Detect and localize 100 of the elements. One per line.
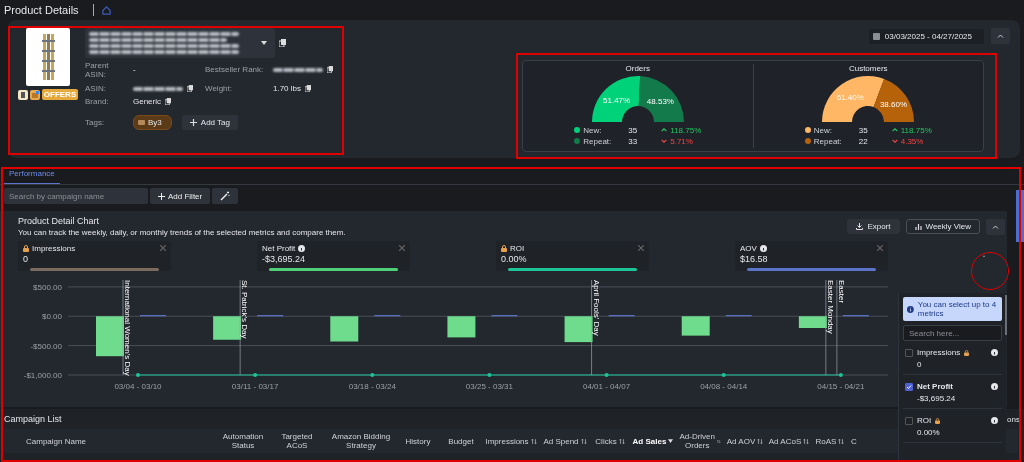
chart-slice <box>591 76 640 122</box>
copy-icon[interactable] <box>165 98 171 105</box>
column-header[interactable]: Ad-Driven Orders <box>676 432 724 450</box>
legend-label: Repeat: <box>583 136 613 146</box>
metric-card[interactable]: Impressions 0 <box>18 241 171 271</box>
sort-icon[interactable] <box>803 437 810 445</box>
axis-label: -$1,000.00 <box>23 371 62 380</box>
column-header[interactable]: C <box>848 436 860 446</box>
chart-bar <box>564 316 593 343</box>
chart-bar <box>681 316 710 336</box>
checkbox[interactable] <box>905 348 913 357</box>
date-range-field[interactable]: 03/03/2025 - 04/27/2025 <box>868 28 984 44</box>
chart-point <box>604 373 609 377</box>
sort-icon[interactable] <box>530 437 537 445</box>
field-value: 1.70 lbs <box>273 84 302 93</box>
sort-icon[interactable] <box>838 437 845 445</box>
calendar-icon <box>872 32 880 40</box>
column-header[interactable]: History <box>396 436 440 446</box>
info-text: You can select up to 4 metrics <box>917 300 998 318</box>
metric-card[interactable]: Net Profit -$3,695.24 <box>257 241 410 271</box>
copy-icon[interactable] <box>327 66 333 73</box>
legend-count: 33 <box>628 136 639 146</box>
legend-count: 35 <box>628 125 639 135</box>
chart-bar <box>213 316 242 340</box>
breakdown-title: Customers <box>848 64 888 73</box>
add-filter-button[interactable]: Add Filter <box>150 188 211 204</box>
view-button[interactable]: Weekly View <box>905 219 980 234</box>
change-value: 118.75% <box>900 125 932 135</box>
info-icon <box>298 244 306 252</box>
option-label[interactable]: Net Profit <box>917 382 953 391</box>
checkbox[interactable] <box>905 416 913 425</box>
export-button[interactable]: Export <box>847 219 900 234</box>
slice-label: 61.40% <box>837 92 865 102</box>
sort-icon[interactable] <box>717 437 721 445</box>
field-label: Bestseller Rank: <box>205 65 265 74</box>
magic-wand-icon <box>220 191 231 201</box>
change-value: 4.35% <box>900 136 924 146</box>
sort-desc-icon[interactable] <box>668 439 674 443</box>
breakdown-title: Orders <box>625 64 650 73</box>
axis-label: 04/01 - 04/07 <box>583 382 631 391</box>
offers-badge: OFFERS <box>41 89 79 100</box>
tag-chip[interactable]: By3 <box>133 115 172 130</box>
section-title: Campaign List <box>4 414 62 424</box>
column-header[interactable]: Campaign Name <box>4 436 218 446</box>
column-header[interactable]: Impressions <box>482 436 540 446</box>
axis-label: 03/25 - 03/31 <box>465 382 513 391</box>
collapse-button[interactable] <box>991 28 1010 44</box>
column-header[interactable]: RoAS <box>812 436 848 446</box>
lock-icon <box>935 417 941 424</box>
copy-icon[interactable] <box>187 85 193 92</box>
product-title-dropdown[interactable] <box>85 28 275 58</box>
axis-label: -$500.00 <box>30 341 62 351</box>
sort-icon[interactable] <box>618 437 625 445</box>
metric-value: -$3,695.24 <box>262 254 307 264</box>
chart-bar <box>96 316 124 357</box>
chart-point <box>721 373 726 377</box>
metric-label: Net Profit <box>262 243 296 253</box>
column-header[interactable]: Ad Spend <box>540 436 590 446</box>
home-icon[interactable] <box>101 5 111 15</box>
event-label: St. Patrick's Day <box>240 280 250 339</box>
column-header[interactable]: Ad Sales <box>630 436 676 446</box>
columns-button[interactable]: ons <box>1007 414 1024 424</box>
checkbox[interactable] <box>905 382 913 391</box>
column-header[interactable]: Targeted ACoS <box>268 432 326 450</box>
chart-subtitle: You can track the weekly, daily, or monthly trends of the selected metrics and compare them. <box>18 228 346 237</box>
add-tag-button[interactable]: Add Tag <box>181 115 238 130</box>
lock-icon <box>964 349 970 356</box>
metric-card[interactable]: ROI 0.00% <box>496 241 649 271</box>
option-label[interactable]: Impressions <box>917 348 961 357</box>
close-icon[interactable] <box>877 245 883 251</box>
close-icon[interactable] <box>638 245 644 251</box>
lock-icon <box>501 244 507 252</box>
field-value: - <box>133 65 136 74</box>
chart-title: Product Detail Chart <box>18 216 101 226</box>
search-field[interactable]: Search by campaign name <box>4 188 148 204</box>
copy-icon[interactable] <box>305 85 312 92</box>
collapse-button[interactable] <box>986 218 1005 235</box>
search-field[interactable]: Search here... <box>903 325 1002 341</box>
sort-icon[interactable] <box>757 437 764 445</box>
column-header[interactable]: Ad ACoS <box>766 436 812 446</box>
column-header[interactable]: Clicks <box>590 436 630 446</box>
metric-card[interactable]: AOV $16.58 <box>735 241 888 271</box>
magic-wand-button[interactable] <box>212 188 239 204</box>
copy-icon[interactable] <box>279 39 286 47</box>
close-icon[interactable] <box>399 245 405 251</box>
column-header[interactable]: Automation Status <box>218 432 268 450</box>
chart-bar <box>447 316 476 338</box>
column-header[interactable]: Ad AOV <box>724 436 766 446</box>
column-header[interactable]: Amazon Bidding Strategy <box>326 432 396 450</box>
metric-label: AOV <box>740 243 757 253</box>
metric-value: $16.58 <box>740 254 769 264</box>
chart-slice <box>638 76 684 122</box>
column-header[interactable]: Budget <box>440 436 482 446</box>
close-icon[interactable] <box>160 245 166 251</box>
axis-label: 03/11 - 03/17 <box>231 382 279 391</box>
tab[interactable]: Performance <box>4 169 60 184</box>
sort-icon[interactable] <box>580 437 587 445</box>
option-label[interactable]: ROI <box>917 416 932 425</box>
chart-point <box>838 373 843 377</box>
slice-label: 51.47% <box>602 95 630 105</box>
